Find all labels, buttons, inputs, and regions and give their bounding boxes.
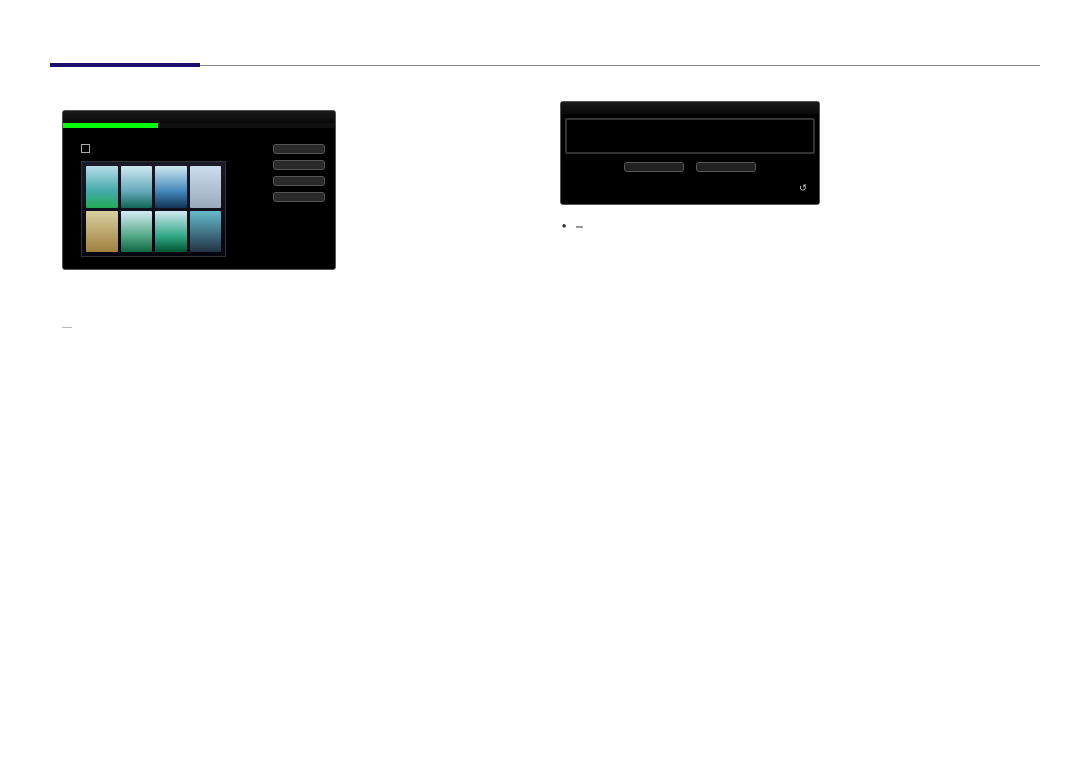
previous-button[interactable] — [273, 160, 325, 170]
right-column: ↺ — [560, 95, 1040, 335]
thumb[interactable] — [86, 166, 118, 208]
create-panel-body — [63, 140, 335, 269]
create-panel-title — [63, 111, 335, 123]
left-column: ― — [50, 95, 530, 335]
thumb[interactable] — [155, 211, 187, 253]
header-accent — [50, 63, 200, 67]
return-row[interactable]: ↺ — [561, 178, 819, 204]
thumb[interactable] — [155, 166, 187, 208]
thumb[interactable] — [86, 211, 118, 253]
message-panel-title — [561, 102, 819, 114]
content: ― — [50, 95, 1040, 335]
message-panel-inner — [565, 118, 815, 154]
message-row-alignment[interactable] — [567, 136, 813, 144]
return-icon: ↺ — [799, 182, 807, 196]
cancel-button[interactable] — [273, 192, 325, 202]
load-note: ― — [62, 320, 530, 335]
background-thumbnails[interactable] — [81, 161, 226, 257]
next-button[interactable] — [273, 176, 325, 186]
create-panel-instruction — [63, 132, 335, 140]
preview-button[interactable] — [273, 144, 325, 154]
create-panel-left — [81, 144, 265, 257]
message-panel: ↺ — [560, 101, 820, 205]
thumb[interactable] — [190, 211, 222, 253]
message-row-colour[interactable] — [567, 144, 813, 152]
message-panel-buttons — [561, 154, 819, 178]
thumb[interactable] — [121, 211, 153, 253]
create-panel — [62, 110, 336, 270]
thumb[interactable] — [121, 166, 153, 208]
message-row-scroll[interactable] — [567, 128, 813, 136]
create-panel-buttons — [273, 144, 325, 257]
dash-icon: ― — [62, 320, 72, 335]
use-background-checkbox-row[interactable] — [81, 144, 265, 153]
checkbox-icon — [81, 144, 90, 153]
message-row-message[interactable] — [567, 120, 813, 128]
cancel-button[interactable] — [696, 162, 756, 172]
ok-button[interactable] — [624, 162, 684, 172]
progress-bar — [63, 123, 335, 128]
thumb[interactable] — [190, 166, 222, 208]
